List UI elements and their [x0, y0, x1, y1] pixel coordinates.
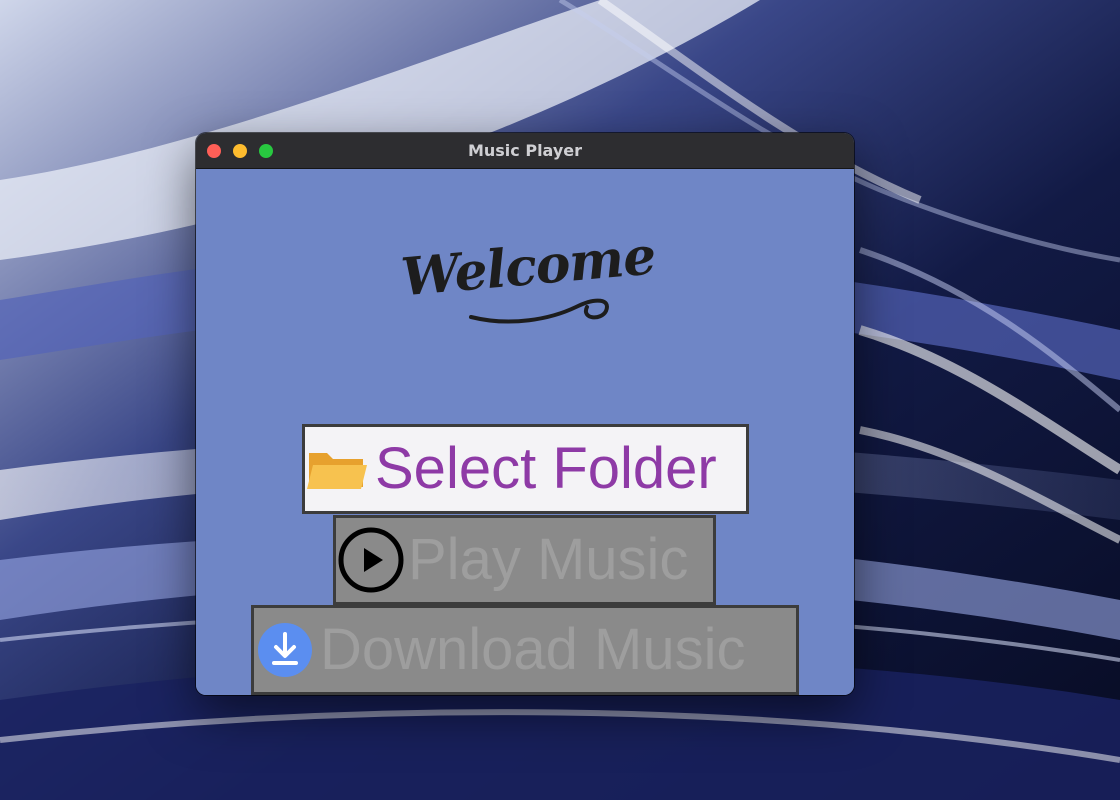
window-title: Music Player	[467, 141, 583, 160]
main-content: Welcome Select Folder Play Music Downloa…	[196, 169, 854, 695]
play-music-button[interactable]: Play Music	[333, 515, 716, 605]
music-player-window: Music Player Welcome Select Folder Play …	[196, 133, 854, 695]
welcome-logo: Welcome	[399, 225, 658, 337]
select-folder-button[interactable]: Select Folder	[302, 424, 749, 514]
download-icon	[258, 623, 312, 677]
download-music-label: Download Music	[320, 617, 746, 682]
play-music-label: Play Music	[408, 527, 689, 592]
download-music-button[interactable]: Download Music	[251, 605, 799, 695]
title-bar[interactable]: Music Player	[196, 133, 854, 169]
select-folder-label: Select Folder	[375, 436, 717, 501]
welcome-swash-icon	[469, 298, 609, 324]
play-circle-icon	[338, 527, 404, 593]
folder-icon	[307, 453, 367, 489]
